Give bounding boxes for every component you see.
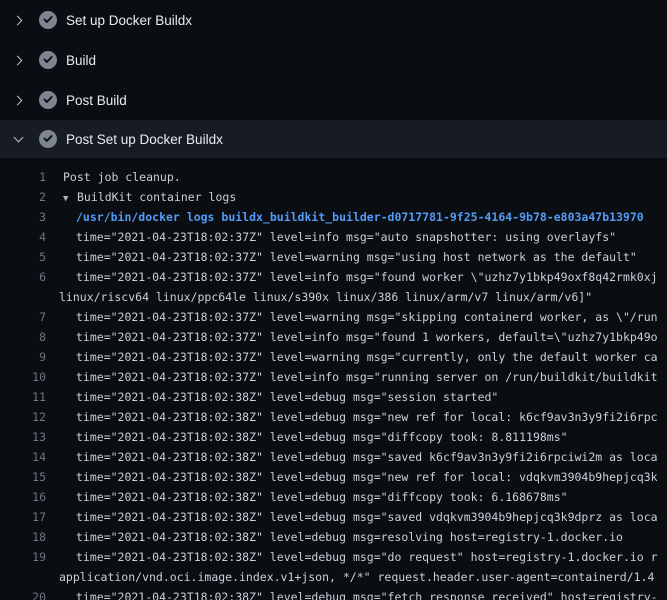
line-number[interactable]: 10 xyxy=(0,367,46,387)
log-text: time="2021-04-23T18:02:38Z" level=debug … xyxy=(46,507,658,527)
log-text: time="2021-04-23T18:02:38Z" level=debug … xyxy=(46,407,658,427)
log-text: time="2021-04-23T18:02:37Z" level=warnin… xyxy=(46,307,658,327)
log-line: 3/usr/bin/docker logs buildx_buildkit_bu… xyxy=(0,207,667,227)
log-line: 10time="2021-04-23T18:02:37Z" level=info… xyxy=(0,367,667,387)
log-text: time="2021-04-23T18:02:37Z" level=info m… xyxy=(46,267,658,287)
log-text: time="2021-04-23T18:02:38Z" level=debug … xyxy=(46,587,658,600)
log-line: 6time="2021-04-23T18:02:37Z" level=info … xyxy=(0,267,667,287)
actions-log-viewer: Set up Docker Buildx Build Post Build Po… xyxy=(0,0,667,600)
log-line: 19time="2021-04-23T18:02:38Z" level=debu… xyxy=(0,547,667,567)
line-number[interactable]: 11 xyxy=(0,387,46,407)
step-title: Build xyxy=(66,53,96,68)
line-number[interactable]: 4 xyxy=(0,227,46,247)
check-circle-icon xyxy=(39,11,57,29)
line-number[interactable]: 20 xyxy=(0,587,46,600)
log-text: linux/riscv64 linux/ppc64le linux/s390x … xyxy=(46,287,592,307)
line-number[interactable]: 1 xyxy=(0,167,46,187)
step-header-post-set-up-docker-buildx[interactable]: Post Set up Docker Buildx xyxy=(0,120,667,158)
log-line: 11time="2021-04-23T18:02:38Z" level=debu… xyxy=(0,387,667,407)
log-line: 1Post job cleanup. xyxy=(0,167,667,187)
chevron-right-icon xyxy=(13,15,24,26)
step-title: Set up Docker Buildx xyxy=(66,13,192,28)
log-line: 15time="2021-04-23T18:02:38Z" level=debu… xyxy=(0,467,667,487)
log-line: 2▼BuildKit container logs xyxy=(0,187,667,207)
log-text: time="2021-04-23T18:02:37Z" level=info m… xyxy=(46,227,616,247)
log-text: application/vnd.oci.image.index.v1+json,… xyxy=(46,567,654,587)
group-expanded-marker-icon[interactable]: ▼ xyxy=(63,189,77,208)
line-number[interactable]: 3 xyxy=(0,207,46,227)
line-number[interactable]: 8 xyxy=(0,327,46,347)
log-text: time="2021-04-23T18:02:38Z" level=debug … xyxy=(46,427,568,447)
check-circle-icon xyxy=(39,130,57,148)
line-number[interactable]: 19 xyxy=(0,547,46,567)
step-header-post-build[interactable]: Post Build xyxy=(0,80,667,120)
log-text: Post job cleanup. xyxy=(46,167,181,187)
line-number[interactable]: 6 xyxy=(0,267,46,287)
step-title: Post Set up Docker Buildx xyxy=(66,132,223,147)
check-circle-icon xyxy=(39,51,57,69)
log-text: time="2021-04-23T18:02:38Z" level=debug … xyxy=(46,547,658,567)
log-text[interactable]: ▼BuildKit container logs xyxy=(46,187,236,207)
log-line: 8time="2021-04-23T18:02:37Z" level=info … xyxy=(0,327,667,347)
log-text: time="2021-04-23T18:02:38Z" level=debug … xyxy=(46,447,658,467)
line-number[interactable]: 13 xyxy=(0,427,46,447)
log-line: 4time="2021-04-23T18:02:37Z" level=info … xyxy=(0,227,667,247)
step-header-build[interactable]: Build xyxy=(0,40,667,80)
line-number[interactable]: 15 xyxy=(0,467,46,487)
log-line: 14time="2021-04-23T18:02:38Z" level=debu… xyxy=(0,447,667,467)
line-number[interactable]: 18 xyxy=(0,527,46,547)
log-line: 18time="2021-04-23T18:02:38Z" level=debu… xyxy=(0,527,667,547)
log-line: 20time="2021-04-23T18:02:38Z" level=debu… xyxy=(0,587,667,600)
step-title: Post Build xyxy=(66,93,127,108)
log-line: 13time="2021-04-23T18:02:38Z" level=debu… xyxy=(0,427,667,447)
log-text: time="2021-04-23T18:02:37Z" level=info m… xyxy=(46,327,658,347)
log-text: time="2021-04-23T18:02:38Z" level=debug … xyxy=(46,467,658,487)
log-text: time="2021-04-23T18:02:38Z" level=debug … xyxy=(46,387,498,407)
line-number[interactable]: 14 xyxy=(0,447,46,467)
line-number[interactable]: 17 xyxy=(0,507,46,527)
log-line: application/vnd.oci.image.index.v1+json,… xyxy=(0,567,667,587)
log-line: 9time="2021-04-23T18:02:37Z" level=warni… xyxy=(0,347,667,367)
line-number[interactable]: 2 xyxy=(0,187,46,207)
log-line: linux/riscv64 linux/ppc64le linux/s390x … xyxy=(0,287,667,307)
chevron-down-icon xyxy=(13,134,24,145)
line-number[interactable]: 12 xyxy=(0,407,46,427)
line-number[interactable]: 5 xyxy=(0,247,46,267)
log-text: time="2021-04-23T18:02:37Z" level=warnin… xyxy=(46,247,637,267)
line-number[interactable]: 9 xyxy=(0,347,46,367)
line-number xyxy=(0,287,46,307)
chevron-right-icon xyxy=(13,95,24,106)
log-text: time="2021-04-23T18:02:37Z" level=warnin… xyxy=(46,347,658,367)
log-line: 7time="2021-04-23T18:02:37Z" level=warni… xyxy=(0,307,667,327)
log-text: time="2021-04-23T18:02:38Z" level=debug … xyxy=(46,527,623,547)
line-number[interactable]: 16 xyxy=(0,487,46,507)
log-command-text: /usr/bin/docker logs buildx_buildkit_bui… xyxy=(46,207,644,227)
check-circle-icon xyxy=(39,91,57,109)
line-number[interactable]: 7 xyxy=(0,307,46,327)
log-line: 17time="2021-04-23T18:02:38Z" level=debu… xyxy=(0,507,667,527)
step-list: Set up Docker Buildx Build Post Build Po… xyxy=(0,0,667,158)
chevron-right-icon xyxy=(13,55,24,66)
log-line: 5time="2021-04-23T18:02:37Z" level=warni… xyxy=(0,247,667,267)
log-text: time="2021-04-23T18:02:38Z" level=debug … xyxy=(46,487,568,507)
step-header-set-up-docker-buildx[interactable]: Set up Docker Buildx xyxy=(0,0,667,40)
log-line: 12time="2021-04-23T18:02:38Z" level=debu… xyxy=(0,407,667,427)
line-number xyxy=(0,567,46,587)
log-rows: 1Post job cleanup.2▼BuildKit container l… xyxy=(0,158,667,600)
log-text: time="2021-04-23T18:02:37Z" level=info m… xyxy=(46,367,658,387)
log-line: 16time="2021-04-23T18:02:38Z" level=debu… xyxy=(0,487,667,507)
